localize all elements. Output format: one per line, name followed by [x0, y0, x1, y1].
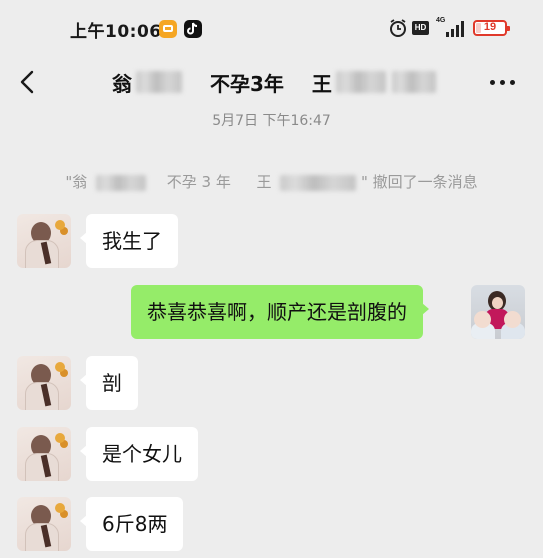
battery-icon: 19	[473, 20, 510, 36]
redacted-name	[335, 71, 386, 93]
contact-avatar[interactable]	[17, 356, 71, 410]
incoming-message-bubble[interactable]: 是个女儿	[80, 427, 198, 481]
hd-badge: HD	[412, 21, 429, 35]
contact-avatar[interactable]	[17, 497, 71, 551]
recall-notice: "翁 不孕 3 年 王 " 撤回了一条消息	[0, 171, 543, 192]
contact-avatar[interactable]	[17, 427, 71, 481]
signal-icon	[445, 19, 467, 37]
incoming-message-bubble[interactable]: 6斤8两	[79, 497, 184, 551]
recall-name-start: 王	[256, 173, 272, 191]
recall-middle: 不孕 3 年	[166, 173, 231, 191]
tiktok-icon	[184, 20, 202, 38]
battery-tip	[507, 26, 510, 31]
outgoing-message-bubble[interactable]: 恭喜恭喜啊，顺产还是剖腹的	[131, 285, 429, 339]
title-remark: 不孕3年	[210, 71, 284, 96]
title-name-prefix: 翁	[112, 71, 132, 96]
status-bar: 上午10:06 HD 4G 19	[0, 0, 543, 58]
more-dots-icon	[490, 80, 495, 85]
my-avatar[interactable]	[471, 285, 525, 339]
notes-app-icon	[159, 20, 177, 38]
chat-title: 翁 不孕3年 王	[112, 68, 436, 96]
more-button[interactable]	[486, 68, 520, 96]
title-name-second: 王	[311, 71, 332, 96]
status-time: 上午10:06	[70, 22, 162, 42]
incoming-message-bubble[interactable]: 剖	[80, 356, 138, 410]
alarm-icon	[388, 18, 408, 38]
incoming-message-bubble[interactable]: 我生了	[80, 214, 178, 268]
redacted-name	[96, 174, 146, 191]
back-button[interactable]	[14, 65, 44, 99]
redacted-name	[391, 71, 436, 93]
message-timestamp: 5月7日 下午16:47	[212, 113, 331, 129]
chat-header: 翁 不孕3年 王	[0, 58, 543, 108]
recall-suffix: " 撤回了一条消息	[361, 173, 478, 191]
contact-avatar[interactable]	[17, 214, 71, 268]
recall-prefix: "翁	[65, 173, 88, 191]
redacted-name	[280, 174, 357, 191]
battery-level: 19	[483, 21, 497, 33]
chevron-left-icon	[20, 70, 34, 94]
redacted-name	[136, 71, 182, 93]
